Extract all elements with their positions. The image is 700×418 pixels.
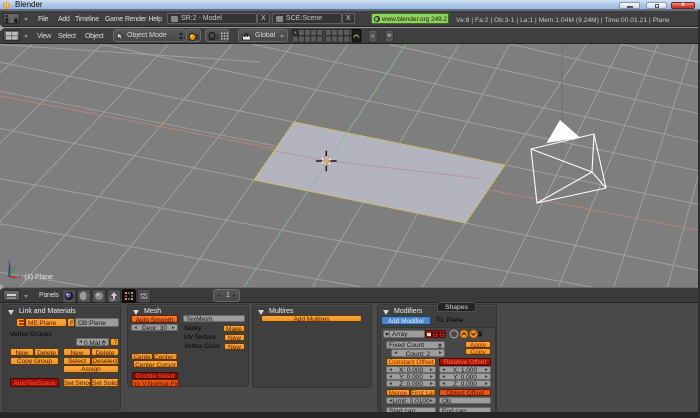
- svg-text:(1) Plane: (1) Plane: [25, 274, 54, 281]
